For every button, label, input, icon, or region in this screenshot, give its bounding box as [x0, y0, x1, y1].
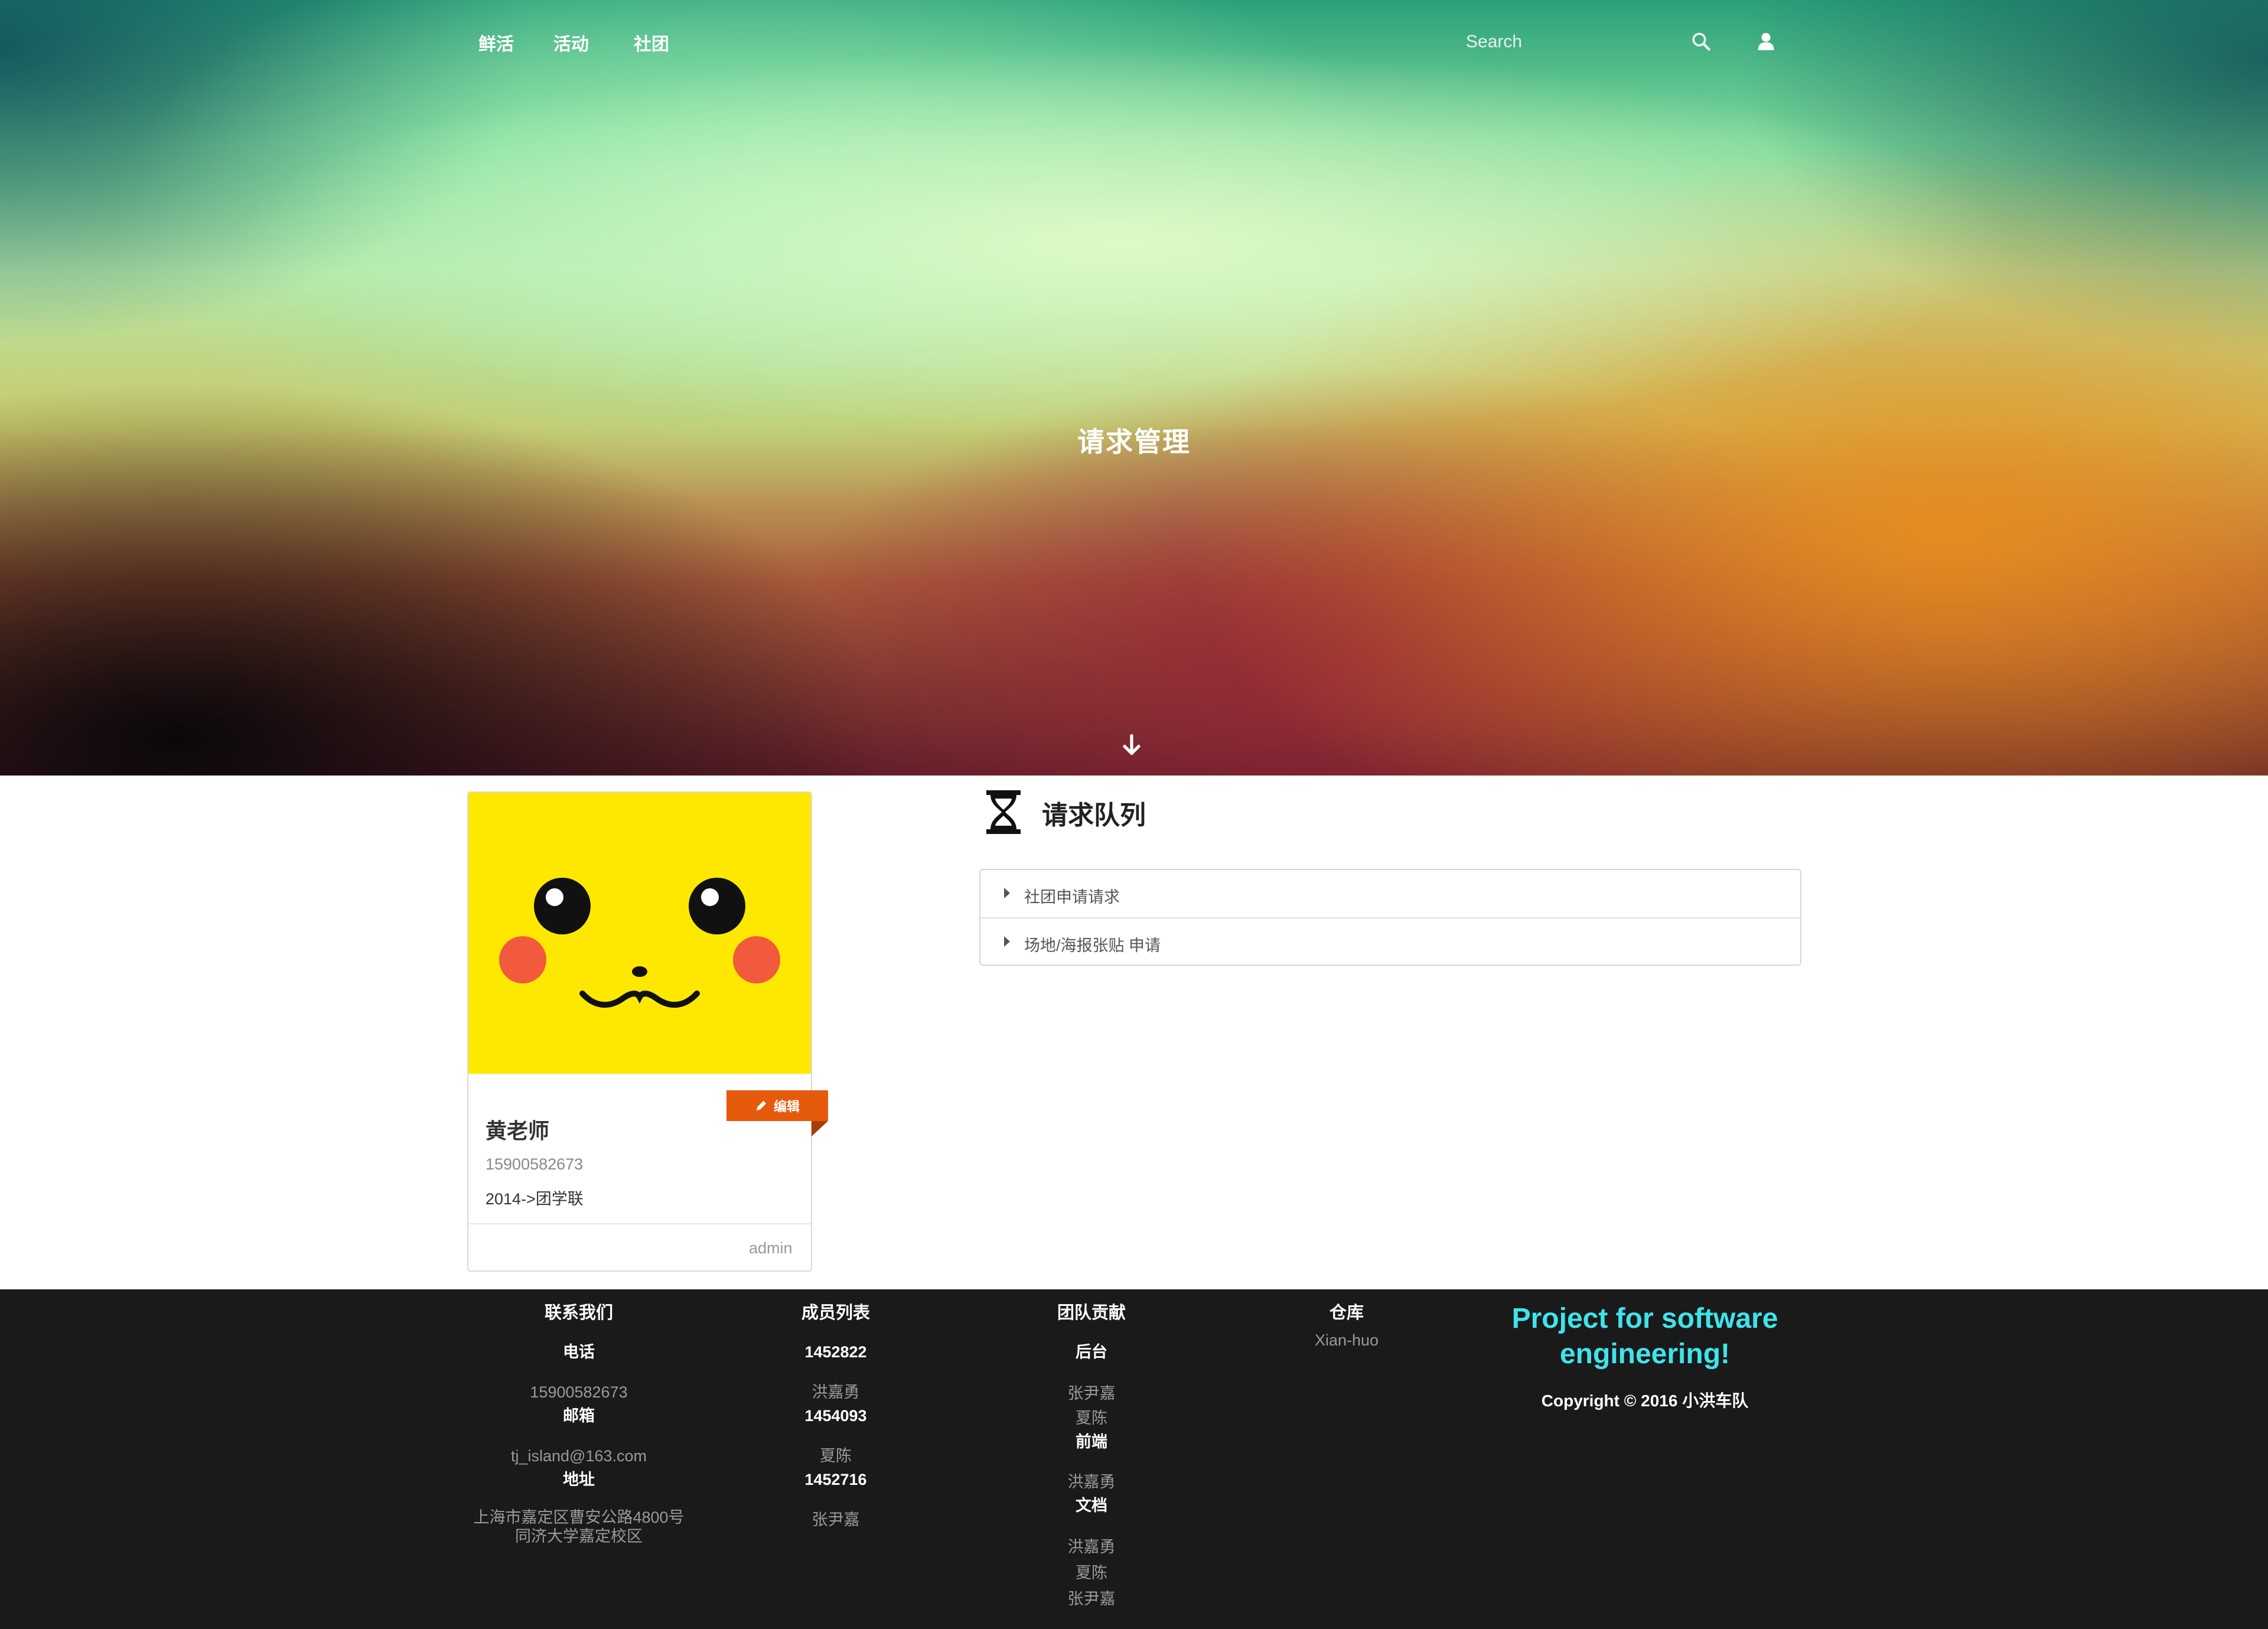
pencil-icon	[756, 1100, 767, 1111]
member-id: 1452716	[804, 1471, 867, 1488]
contribution-role: 前端	[1076, 1433, 1107, 1451]
contact-phone: 15900582673	[530, 1383, 628, 1401]
contact-address-line2: 同济大学嘉定校区	[515, 1527, 643, 1545]
address-label: 地址	[563, 1471, 595, 1488]
contribution-role: 后台	[1076, 1343, 1107, 1361]
repo-title: 仓库	[1329, 1304, 1364, 1322]
contributor-name: 夏陈	[1076, 1409, 1107, 1427]
member-id: 1454093	[804, 1407, 867, 1425]
member-name: 张尹嘉	[812, 1511, 860, 1529]
edit-ribbon-fold	[812, 1121, 828, 1136]
queue-item-label: 社团申请请求	[1024, 888, 1120, 906]
user-icon[interactable]	[1755, 31, 1777, 52]
edit-button-label: 编辑	[773, 1099, 800, 1114]
contributor-name: 洪嘉勇	[1067, 1473, 1116, 1491]
caret-right-icon	[1004, 936, 1010, 947]
contribution-role: 文档	[1076, 1497, 1107, 1514]
member-name: 洪嘉勇	[812, 1383, 860, 1401]
card-divider	[468, 1223, 811, 1224]
avatar	[468, 793, 811, 1074]
footer-repo: 仓库 Xian-huo	[1252, 1301, 1441, 1352]
contributor-name: 夏陈	[1076, 1564, 1107, 1582]
contribution-title: 团队贡献	[1057, 1304, 1126, 1322]
members-title: 成员列表	[801, 1304, 870, 1322]
queue-item-venue-poster-application[interactable]: 场地/海报张贴 申请	[980, 918, 1800, 966]
phone-label: 电话	[563, 1343, 595, 1361]
member-id: 1452822	[804, 1343, 867, 1361]
arrow-down-icon[interactable]	[1121, 734, 1142, 757]
hero-banner: 鲜活 活动 社团 请求管理	[0, 0, 2268, 776]
contributor-name: 张尹嘉	[1067, 1384, 1116, 1402]
search-icon[interactable]	[1690, 31, 1712, 52]
page-title: 请求管理	[1077, 426, 1191, 457]
queue-item-club-application[interactable]: 社团申请请求	[980, 870, 1800, 917]
queue-item-label: 场地/海报张贴 申请	[1024, 937, 1161, 954]
queue-title: 请求队列	[1042, 801, 1146, 830]
profile-org: 2014->团学联	[485, 1190, 584, 1208]
caret-right-icon	[1004, 888, 1010, 898]
contributor-name: 张尹嘉	[1067, 1590, 1116, 1608]
search-input[interactable]	[1465, 28, 1680, 56]
email-label: 邮箱	[563, 1407, 595, 1425]
contact-address-line1: 上海市嘉定区曹安公路4800号	[473, 1509, 685, 1526]
top-navbar: 鲜活 活动 社团	[0, 0, 2268, 83]
nav-link-clubs[interactable]: 社团	[634, 30, 669, 56]
edit-button[interactable]: 编辑	[726, 1090, 828, 1121]
hourglass-icon	[986, 790, 1021, 834]
contact-email[interactable]: tj_island@163.com	[455, 1444, 703, 1468]
footer-members: 成员列表 1452822 洪嘉勇 1454093 夏陈 1452716 张尹嘉	[741, 1301, 930, 1532]
repo-link[interactable]: Xian-huo	[1252, 1328, 1441, 1352]
profile-role: admin	[749, 1239, 793, 1257]
member-name: 夏陈	[820, 1447, 852, 1465]
footer-contact: 联系我们 电话 15900582673 邮箱 tj_island@163.com…	[455, 1301, 703, 1546]
nav-link-activities[interactable]: 活动	[553, 30, 589, 56]
contributor-name: 洪嘉勇	[1067, 1538, 1116, 1556]
project-title: Project for software engineering!	[1511, 1303, 1778, 1370]
profile-name: 黄老师	[485, 1119, 550, 1143]
nav-link-xianhuo[interactable]: 鲜活	[478, 30, 514, 56]
profile-phone: 15900582673	[485, 1155, 584, 1173]
copyright: Copyright © 2016 小洪车队	[1541, 1392, 1749, 1410]
footer-contribution: 团队贡献 后台 张尹嘉 夏陈 前端 洪嘉勇 文档 洪嘉勇 夏陈 张尹嘉	[997, 1301, 1186, 1612]
contact-title: 联系我们	[544, 1304, 613, 1322]
request-queue-panel: 社团申请请求 场地/海报张贴 申请	[979, 869, 1801, 966]
